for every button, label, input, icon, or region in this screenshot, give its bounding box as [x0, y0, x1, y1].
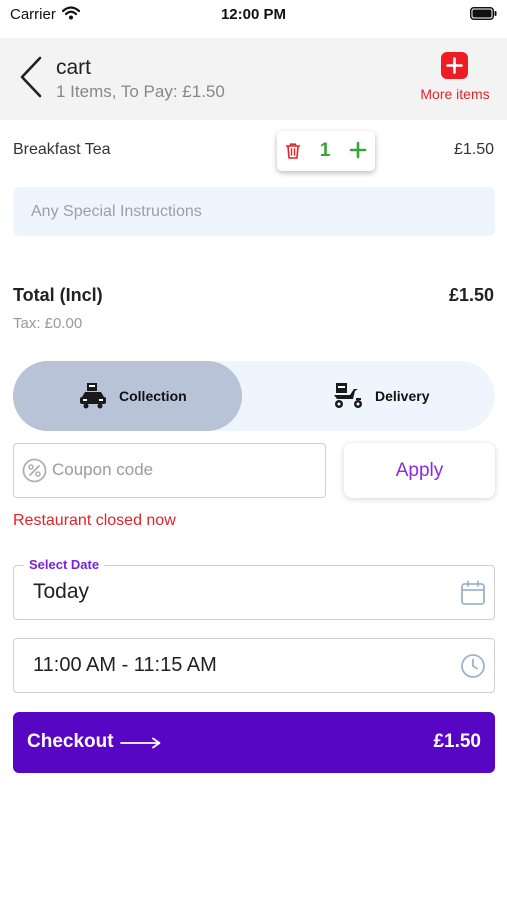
back-button[interactable] [18, 56, 46, 98]
restaurant-status-message: Restaurant closed now [13, 512, 176, 529]
special-instructions-input[interactable] [13, 187, 495, 236]
coupon-field [13, 443, 326, 498]
quantity-stepper: 1 [277, 131, 375, 171]
status-bar: Carrier 12:00 PM [0, 0, 507, 32]
time-slot-value: 11:00 AM - 11:15 AM [33, 654, 217, 676]
plus-icon [349, 141, 367, 159]
remove-item-button[interactable] [283, 141, 303, 161]
date-value: Today [33, 580, 90, 603]
status-time: 12:00 PM [220, 6, 287, 23]
coupon-input[interactable] [52, 454, 312, 486]
cart-summary: 1 Items, To Pay: £1.50 [56, 82, 225, 101]
checkout-total: £1.50 [433, 731, 481, 752]
delivery-scooter-icon [332, 383, 364, 414]
more-items-label: More items [420, 86, 490, 102]
battery-icon [470, 7, 497, 25]
collection-car-icon [79, 383, 107, 414]
collection-label: Collection [119, 388, 187, 404]
select-date-label: Select Date [24, 557, 105, 572]
total-label: Total (Incl) [13, 285, 103, 305]
tax-label: Tax: £0.00 [13, 315, 83, 332]
collection-option[interactable]: Collection [13, 361, 242, 431]
arrow-right-icon [120, 736, 162, 754]
quantity-value: 1 [319, 140, 331, 161]
select-time-field[interactable]: 11:00 AM - 11:15 AM [13, 638, 495, 693]
clock-icon [460, 653, 486, 684]
trash-icon [285, 143, 301, 159]
plus-icon [441, 52, 468, 79]
increase-quantity-button[interactable] [347, 139, 369, 161]
calendar-icon [460, 580, 486, 611]
apply-coupon-button[interactable]: Apply [344, 443, 495, 498]
checkout-button[interactable]: Checkout £1.50 [13, 712, 495, 773]
order-mode-toggle: Collection Delivery [13, 361, 495, 431]
cart-header: cart 1 Items, To Pay: £1.50 More items [0, 38, 507, 120]
checkout-label: Checkout [27, 731, 114, 752]
more-items-button[interactable]: More items [415, 52, 495, 108]
delivery-label: Delivery [375, 388, 430, 404]
select-date-field[interactable]: Select Date Today [13, 557, 495, 620]
cart-item-name: Breakfast Tea [13, 141, 111, 158]
chevron-left-icon [20, 56, 42, 98]
delivery-option[interactable]: Delivery [254, 361, 495, 431]
page-title: cart [56, 56, 92, 79]
total-value: £1.50 [448, 285, 494, 305]
percent-icon [22, 458, 47, 488]
cart-item-price: £1.50 [453, 141, 494, 158]
